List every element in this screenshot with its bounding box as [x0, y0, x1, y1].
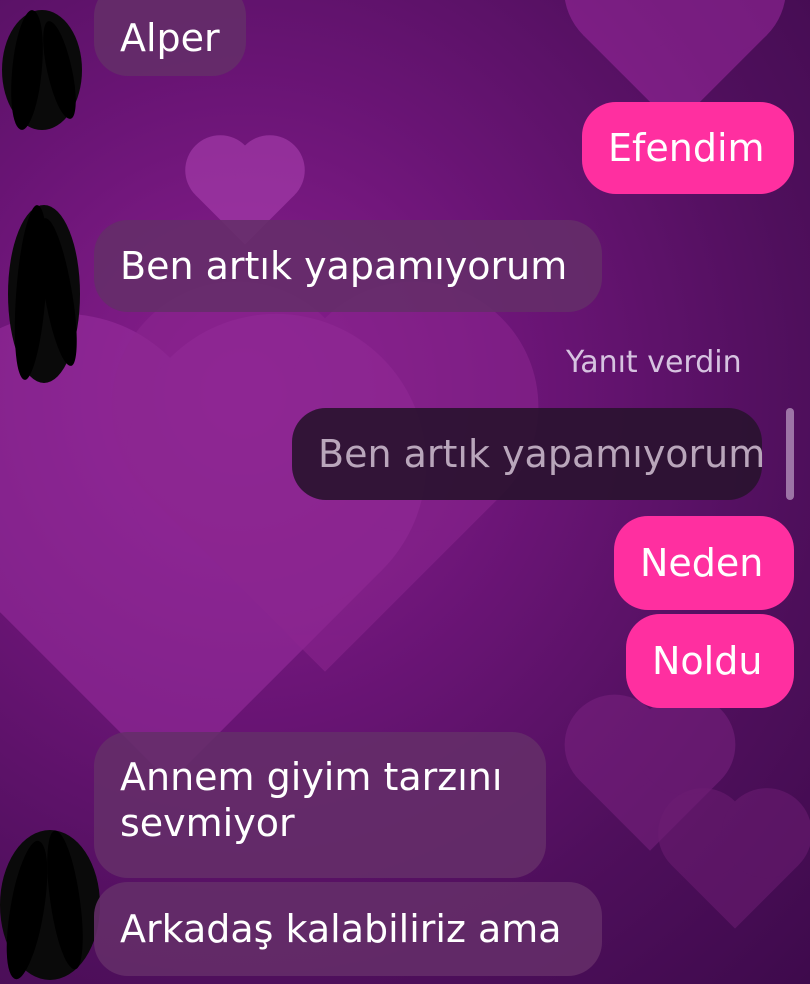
message-text: Annem giyim tarzını sevmiyor — [120, 755, 503, 845]
message-text: Arkadaş kalabiliriz ama — [120, 907, 562, 951]
message-bubble-outgoing[interactable]: Efendim — [582, 102, 794, 194]
message-text: Alper — [120, 16, 220, 60]
message-bubble-incoming[interactable]: Annem giyim tarzını sevmiyor — [94, 732, 546, 878]
reply-label: Yanıt verdin — [566, 345, 742, 380]
message-bubble-incoming[interactable]: Ben artık yapamıyorum — [94, 220, 602, 312]
message-bubble-outgoing[interactable]: Noldu — [626, 614, 794, 708]
heart-icon — [671, 801, 799, 929]
avatar[interactable] — [0, 828, 100, 983]
message-bubble-incoming[interactable]: Alper — [94, 0, 246, 76]
avatar[interactable] — [6, 203, 83, 383]
avatar[interactable] — [2, 8, 82, 132]
message-bubble-incoming[interactable]: Arkadaş kalabiliriz ama — [94, 882, 602, 976]
quoted-text: Ben artık yapamıyorum — [318, 432, 766, 476]
message-text: Noldu — [652, 639, 763, 683]
message-text: Neden — [640, 541, 764, 585]
quoted-message[interactable]: Ben artık yapamıyorum — [292, 408, 766, 500]
message-text: Ben artık yapamıyorum — [120, 244, 568, 288]
reply-indicator — [786, 408, 794, 500]
message-text: Efendim — [608, 126, 765, 170]
message-bubble-outgoing[interactable]: Neden — [614, 516, 794, 610]
